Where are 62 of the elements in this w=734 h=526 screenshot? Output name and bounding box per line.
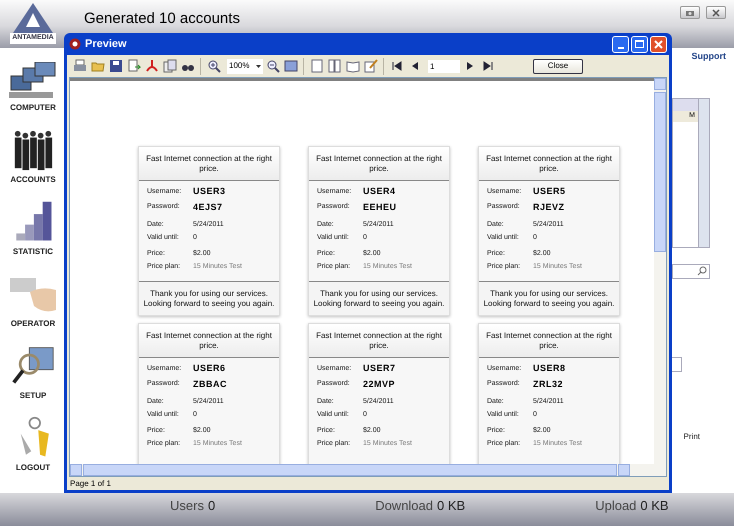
save-icon[interactable] <box>107 58 124 74</box>
field-value: 4EJS7 <box>193 200 223 214</box>
stat-label: Users <box>170 497 204 515</box>
card-slogan: Fast Internet connection at the right price. <box>315 330 443 350</box>
zoom-dropdown[interactable]: 100% <box>227 58 263 74</box>
card-footer-text: Thank you for using our services. Looking forward to seeing you again. <box>482 288 616 308</box>
sidebar-item[interactable]: COMPUTER <box>9 56 57 114</box>
close-button[interactable] <box>706 6 726 19</box>
card-slogan: Fast Internet connection at the right price. <box>145 330 273 350</box>
search-icon <box>697 266 707 276</box>
computers-icon <box>9 62 57 100</box>
status-text: Page 1 of 1 <box>70 478 111 490</box>
card-footer-text: Thank you for using our services. Looking forward to seeing you again. <box>142 288 276 308</box>
minimize-button[interactable] <box>612 36 629 52</box>
stat-label: Upload <box>595 497 636 515</box>
field-value: USER6 <box>193 362 226 375</box>
field-value: USER4 <box>363 185 396 198</box>
documents-icon[interactable] <box>161 58 178 74</box>
edit-icon[interactable] <box>362 58 379 74</box>
card-slogan: Fast Internet connection at the right price. <box>145 154 273 174</box>
two-pages-icon[interactable] <box>326 58 343 74</box>
horizontal-scrollbar[interactable] <box>70 464 666 476</box>
stat-label: Download <box>375 497 434 515</box>
field-value: ZRL32 <box>533 378 564 390</box>
card-slogan: Fast Internet connection at the right price. <box>485 154 613 174</box>
field-value: USER5 <box>533 185 566 198</box>
card-slogan: Fast Internet connection at the right price. <box>485 330 613 350</box>
field-value: USER8 <box>533 362 566 375</box>
maximize-button[interactable] <box>631 36 648 52</box>
sidebar-item[interactable]: OPERATOR <box>8 272 58 330</box>
stat-value: 0 KB <box>437 497 466 515</box>
field-value: RJEVZ <box>533 200 565 214</box>
sidebar-item[interactable]: SETUP <box>9 344 57 402</box>
close-icon <box>712 8 720 16</box>
card-slogan: Fast Internet connection at the right price. <box>315 154 443 174</box>
page-number-field[interactable]: 1 <box>428 60 460 72</box>
caret-icon <box>256 64 261 68</box>
close-icon <box>654 40 663 48</box>
camera-icon <box>685 8 695 16</box>
close-preview-button[interactable]: Close <box>533 58 583 74</box>
field-value: USER7 <box>363 362 396 375</box>
app-title: Generated 10 accounts <box>84 9 240 29</box>
field-value: ZBBAC <box>193 378 227 390</box>
sidebar-item[interactable]: LOGOUT <box>11 416 55 474</box>
window-title: Preview <box>85 36 127 52</box>
stat-value: 0 <box>208 497 216 515</box>
print-label: Print <box>684 430 700 442</box>
window-icon <box>69 38 81 50</box>
sidebar-item[interactable]: ACCOUNTS <box>10 128 56 186</box>
stat-value: 0 KB <box>640 497 669 515</box>
field-value: EEHEU <box>363 200 397 214</box>
search-field[interactable] <box>672 264 710 278</box>
vertical-scrollbar[interactable] <box>654 78 666 464</box>
field-value: 22MVP <box>363 378 396 390</box>
camera-button[interactable] <box>680 6 700 19</box>
card-footer-text: Thank you for using our services. Looking forward to seeing you again. <box>312 288 446 308</box>
logo-icon <box>13 3 53 33</box>
table-toolbar <box>673 98 698 110</box>
sidebar-item[interactable]: STATISTIC <box>10 200 56 258</box>
field-value: USER3 <box>193 185 226 198</box>
support-link[interactable]: Support <box>692 50 726 64</box>
full-page-icon[interactable] <box>282 58 299 74</box>
